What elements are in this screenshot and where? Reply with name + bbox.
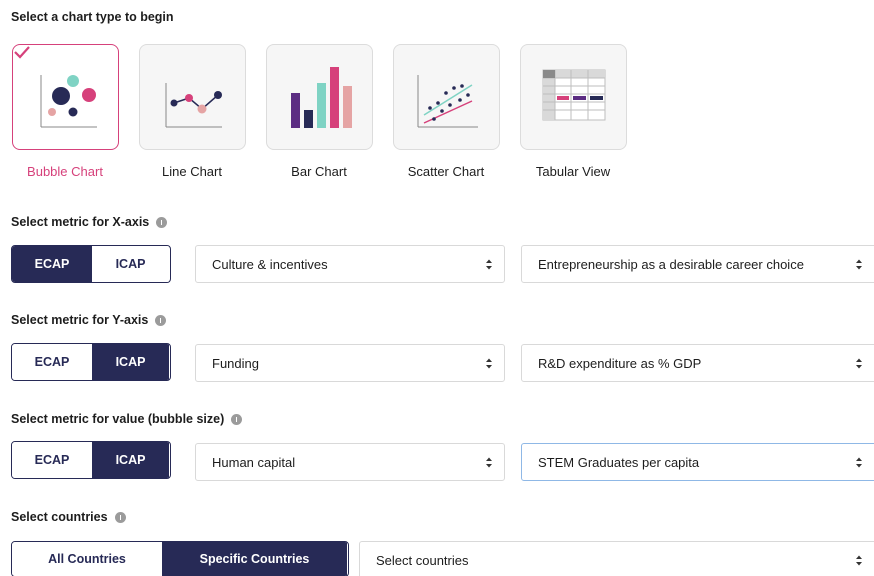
chart-type-scatter[interactable]: Scatter Chart xyxy=(392,44,500,179)
scatter-chart-icon xyxy=(417,75,478,128)
line-chart-tile[interactable] xyxy=(138,44,246,150)
y-axis-source-toggle[interactable]: ECAP ICAP xyxy=(11,343,171,381)
select-arrows-icon xyxy=(856,457,862,468)
bar-chart-label: Bar Chart xyxy=(291,164,347,179)
y-axis-metric-value: R&D expenditure as % GDP xyxy=(538,355,702,371)
value-metric-select[interactable]: STEM Graduates per capita xyxy=(521,443,874,481)
select-arrows-icon xyxy=(856,358,862,369)
y-axis-category-value: Funding xyxy=(212,355,259,371)
select-arrows-icon xyxy=(856,259,862,270)
scatter-chart-label: Scatter Chart xyxy=(407,164,485,179)
y-axis-heading: Select metric for Y-axis xyxy=(11,313,167,327)
select-arrows-icon xyxy=(856,555,862,566)
chart-type-table[interactable]: Tabular View xyxy=(519,44,627,179)
all-countries-option[interactable]: All Countries xyxy=(12,542,162,576)
value-icap-option[interactable]: ICAP xyxy=(92,442,169,478)
y-axis-icap-option[interactable]: ICAP xyxy=(92,344,169,380)
select-arrows-icon xyxy=(486,457,492,468)
chart-type-heading-text: Select a chart type to begin xyxy=(11,10,174,24)
chart-type-bubble[interactable]: Bubble Chart xyxy=(11,44,119,179)
chart-type-line[interactable]: Line Chart xyxy=(138,44,246,179)
info-icon[interactable] xyxy=(231,413,243,425)
value-category-select[interactable]: Human capital xyxy=(195,443,505,481)
table-tile[interactable] xyxy=(519,44,627,150)
x-axis-icap-option[interactable]: ICAP xyxy=(92,246,169,282)
select-arrows-icon xyxy=(486,358,492,369)
countries-heading: Select countries xyxy=(11,510,126,524)
info-icon[interactable] xyxy=(114,511,126,523)
select-arrows-icon xyxy=(486,259,492,270)
bubble-chart-icon xyxy=(40,75,97,128)
table-icon xyxy=(542,69,605,121)
scatter-chart-tile[interactable] xyxy=(392,44,500,150)
value-category-value: Human capital xyxy=(212,454,296,470)
bubble-chart-label: Bubble Chart xyxy=(27,164,103,179)
countries-select-placeholder: Select countries xyxy=(376,552,469,568)
countries-heading-text: Select countries xyxy=(11,510,108,524)
countries-toggle[interactable]: All Countries Specific Countries xyxy=(11,541,349,576)
x-axis-heading-text: Select metric for X-axis xyxy=(11,215,150,229)
x-axis-heading: Select metric for X-axis xyxy=(11,215,168,229)
bubble-chart-tile[interactable] xyxy=(11,44,119,150)
countries-select[interactable]: Select countries xyxy=(359,541,874,576)
value-ecap-option[interactable]: ECAP xyxy=(12,442,92,478)
chart-type-heading: Select a chart type to begin xyxy=(11,10,174,24)
y-axis-category-select[interactable]: Funding xyxy=(195,344,505,382)
line-chart-icon xyxy=(165,83,222,128)
value-metric-value: STEM Graduates per capita xyxy=(538,454,700,470)
specific-countries-option[interactable]: Specific Countries xyxy=(162,542,347,576)
x-axis-metric-value: Entrepreneurship as a desirable career c… xyxy=(538,256,804,272)
x-axis-metric-select[interactable]: Entrepreneurship as a desirable career c… xyxy=(521,245,874,283)
check-icon xyxy=(13,46,30,59)
x-axis-source-toggle[interactable]: ECAP ICAP xyxy=(11,245,171,283)
info-icon[interactable] xyxy=(156,216,168,228)
line-chart-label: Line Chart xyxy=(162,164,222,179)
value-heading: Select metric for value (bubble size) xyxy=(11,412,243,426)
chart-type-list: Bubble Chart Line Chart Bar Chart Scatte… xyxy=(11,44,646,179)
chart-type-bar[interactable]: Bar Chart xyxy=(265,44,373,179)
x-axis-ecap-option[interactable]: ECAP xyxy=(12,246,92,282)
y-axis-heading-text: Select metric for Y-axis xyxy=(11,313,149,327)
y-axis-ecap-option[interactable]: ECAP xyxy=(12,344,92,380)
bar-chart-icon xyxy=(290,67,352,128)
table-label: Tabular View xyxy=(535,164,611,179)
value-heading-text: Select metric for value (bubble size) xyxy=(11,412,225,426)
y-axis-metric-select[interactable]: R&D expenditure as % GDP xyxy=(521,344,874,382)
info-icon[interactable] xyxy=(155,314,167,326)
bar-chart-tile[interactable] xyxy=(265,44,373,150)
x-axis-category-select[interactable]: Culture & incentives xyxy=(195,245,505,283)
x-axis-category-value: Culture & incentives xyxy=(212,256,328,272)
value-source-toggle[interactable]: ECAP ICAP xyxy=(11,441,171,479)
